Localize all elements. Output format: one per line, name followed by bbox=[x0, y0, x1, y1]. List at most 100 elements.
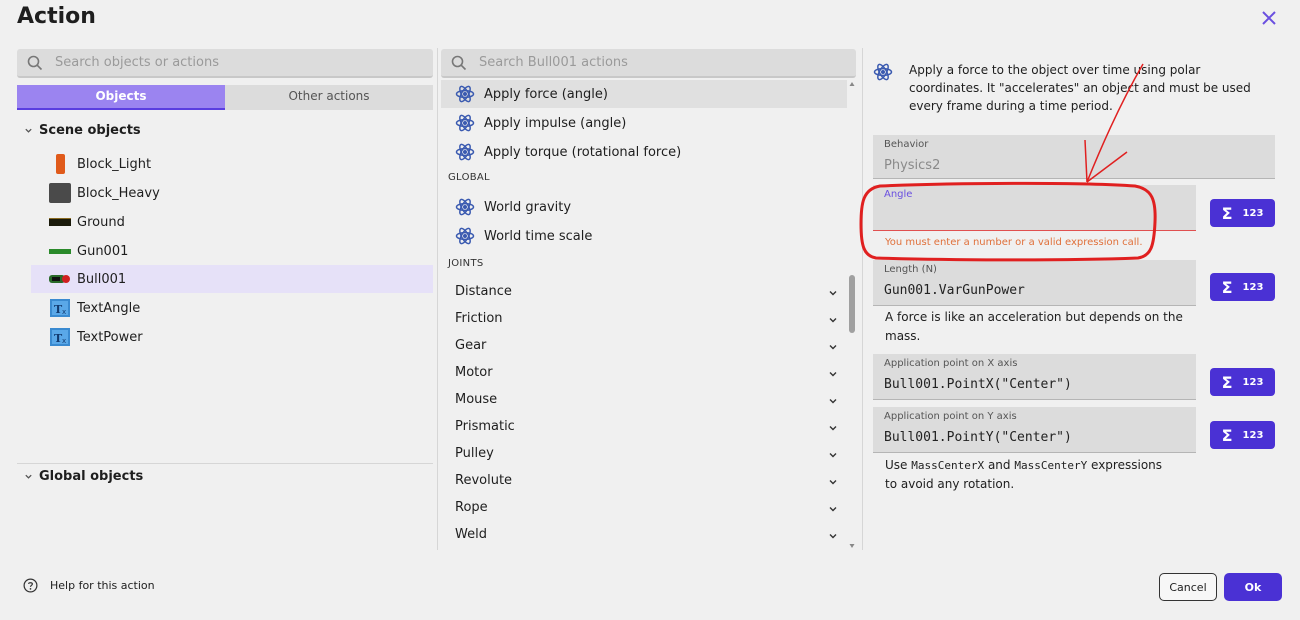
chevron-down-icon bbox=[829, 318, 837, 323]
object-item-bull001[interactable]: Bull001 bbox=[31, 265, 433, 293]
scrollbar-thumb[interactable] bbox=[849, 275, 855, 333]
objects-search-input[interactable]: Search objects or actions bbox=[17, 49, 433, 78]
point-y-expression-button[interactable]: Σ 123 bbox=[1210, 421, 1275, 449]
joint-label: Gear bbox=[455, 338, 487, 353]
length-field[interactable]: Length (N) Gun001.VarGunPower bbox=[873, 260, 1196, 306]
object-item-ground[interactable]: Ground bbox=[31, 208, 433, 236]
object-label: Ground bbox=[77, 214, 125, 230]
field-label: Angle bbox=[884, 189, 913, 200]
mass-center-x-expression: MassCenterX bbox=[911, 459, 985, 472]
field-label: Application point on X axis bbox=[884, 358, 1018, 369]
point-x-expression-button[interactable]: Σ 123 bbox=[1210, 368, 1275, 396]
joint-group-mouse[interactable]: Mouse bbox=[441, 387, 847, 414]
svg-text:x: x bbox=[62, 337, 66, 345]
number-icon: 123 bbox=[1242, 207, 1264, 219]
tab-objects[interactable]: Objects bbox=[17, 85, 225, 110]
sigma-icon: Σ bbox=[1221, 425, 1233, 445]
object-thumbnail bbox=[49, 269, 71, 289]
joint-label: Motor bbox=[455, 365, 493, 380]
action-label: World time scale bbox=[484, 228, 593, 244]
joint-label: Distance bbox=[455, 284, 512, 299]
joint-label: Mouse bbox=[455, 392, 498, 407]
physics-atom-icon bbox=[455, 85, 475, 103]
point-x-field[interactable]: Application point on X axis Bull001.Poin… bbox=[873, 354, 1196, 400]
help-link[interactable]: Help for this action bbox=[23, 578, 155, 593]
text-object-icon: Tx bbox=[49, 298, 71, 318]
joint-group-rope[interactable]: Rope bbox=[441, 495, 847, 522]
physics-atom-icon bbox=[873, 63, 893, 81]
object-label: Gun001 bbox=[77, 243, 129, 259]
chevron-down-icon bbox=[829, 426, 837, 431]
object-tabs: Objects Other actions bbox=[17, 85, 433, 110]
ok-button[interactable]: Ok bbox=[1224, 573, 1282, 601]
action-apply-impulse-angle[interactable]: Apply impulse (angle) bbox=[441, 109, 847, 137]
joint-label: Pulley bbox=[455, 446, 494, 461]
object-item-block-heavy[interactable]: Block_Heavy bbox=[31, 179, 433, 207]
global-objects-header[interactable]: Global objects bbox=[24, 469, 143, 484]
cancel-button[interactable]: Cancel bbox=[1159, 573, 1217, 601]
chevron-down-icon bbox=[829, 345, 837, 350]
chevron-down-icon bbox=[829, 534, 837, 539]
angle-field[interactable]: Angle bbox=[873, 185, 1196, 231]
number-icon: 123 bbox=[1242, 376, 1264, 388]
field-label: Length (N) bbox=[884, 264, 937, 275]
physics-atom-icon bbox=[455, 198, 475, 216]
object-item-gun001[interactable]: Gun001 bbox=[31, 237, 433, 265]
close-icon[interactable] bbox=[1260, 9, 1278, 27]
global-objects-label: Global objects bbox=[39, 469, 144, 484]
text-object-icon: Tx bbox=[49, 327, 71, 347]
length-expression-button[interactable]: Σ 123 bbox=[1210, 273, 1275, 301]
object-label: TextAngle bbox=[77, 300, 141, 316]
joint-group-pulley[interactable]: Pulley bbox=[441, 441, 847, 468]
actions-list: Apply force (angle) Apply impulse (angle… bbox=[441, 80, 856, 550]
joint-group-revolute[interactable]: Revolute bbox=[441, 468, 847, 495]
tab-other-actions[interactable]: Other actions bbox=[225, 85, 433, 110]
angle-expression-button[interactable]: Σ 123 bbox=[1210, 199, 1275, 227]
joint-group-friction[interactable]: Friction bbox=[441, 306, 847, 333]
search-icon bbox=[27, 55, 43, 71]
action-label: Apply impulse (angle) bbox=[484, 115, 627, 131]
joint-group-distance[interactable]: Distance bbox=[441, 279, 847, 306]
joint-label: Revolute bbox=[455, 473, 513, 488]
object-item-textpower[interactable]: Tx TextPower bbox=[31, 323, 433, 351]
joint-group-prismatic[interactable]: Prismatic bbox=[441, 414, 847, 441]
angle-error-message: You must enter a number or a valid expre… bbox=[885, 237, 1143, 248]
search-placeholder: Search Bull001 actions bbox=[479, 55, 628, 70]
chevron-down-icon bbox=[25, 128, 32, 133]
action-world-gravity[interactable]: World gravity bbox=[441, 193, 847, 221]
chevron-down-icon bbox=[829, 291, 837, 296]
object-label: TextPower bbox=[77, 329, 143, 345]
action-world-time-scale[interactable]: World time scale bbox=[441, 222, 847, 250]
point-y-field[interactable]: Application point on Y axis Bull001.Poin… bbox=[873, 407, 1196, 453]
object-thumbnail bbox=[49, 154, 71, 174]
object-label: Block_Heavy bbox=[77, 185, 160, 201]
field-label: Behavior bbox=[884, 139, 929, 150]
actions-search-input[interactable]: Search Bull001 actions bbox=[441, 49, 856, 78]
object-label: Bull001 bbox=[77, 271, 127, 287]
action-apply-force-angle[interactable]: Apply force (angle) bbox=[441, 80, 847, 108]
action-description: Apply a force to the object over time us… bbox=[909, 63, 1251, 113]
search-placeholder: Search objects or actions bbox=[55, 55, 219, 70]
object-item-textangle[interactable]: Tx TextAngle bbox=[31, 294, 433, 322]
joint-group-gear[interactable]: Gear bbox=[441, 333, 847, 360]
scene-objects-header[interactable]: Scene objects bbox=[24, 123, 141, 138]
scene-objects-label: Scene objects bbox=[39, 123, 141, 138]
sigma-icon: Σ bbox=[1221, 372, 1233, 392]
mass-center-y-expression: MassCenterY bbox=[1014, 459, 1088, 472]
physics-atom-icon bbox=[455, 143, 475, 161]
group-header-global: GLOBAL bbox=[448, 172, 490, 183]
action-label: Apply torque (rotational force) bbox=[484, 144, 682, 160]
joint-group-motor[interactable]: Motor bbox=[441, 360, 847, 387]
object-item-block-light[interactable]: Block_Light bbox=[31, 150, 433, 178]
joint-label: Rope bbox=[455, 500, 488, 515]
svg-text:x: x bbox=[62, 308, 66, 316]
help-question-icon bbox=[23, 578, 38, 593]
object-thumbnail bbox=[49, 212, 71, 232]
joint-label: Weld bbox=[455, 527, 487, 542]
field-value: Bull001.PointX("Center") bbox=[884, 377, 1072, 392]
dialog-title: Action bbox=[17, 4, 96, 29]
rotation-help-text: Use MassCenterX and MassCenterY expressi… bbox=[885, 458, 1163, 491]
physics-atom-icon bbox=[455, 114, 475, 132]
joint-group-weld[interactable]: Weld bbox=[441, 522, 847, 549]
action-apply-torque[interactable]: Apply torque (rotational force) bbox=[441, 138, 847, 166]
